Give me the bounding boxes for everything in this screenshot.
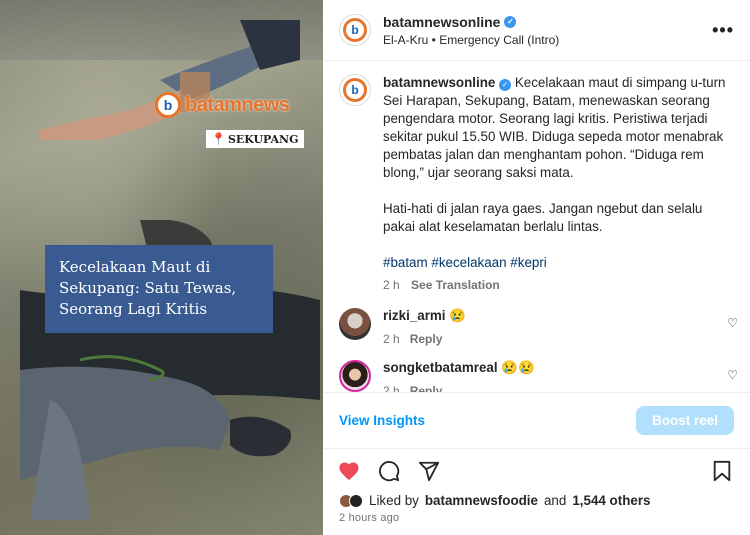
caption-time: 2 h <box>383 278 400 292</box>
insights-row: View Insights Boost reel <box>323 393 750 449</box>
liker-avatars <box>339 493 363 508</box>
more-options-icon[interactable]: ••• <box>712 20 734 41</box>
location-label: SEKUPANG <box>227 132 299 146</box>
reply-button[interactable]: Reply <box>410 332 443 346</box>
liked-by-prefix: Liked by <box>369 493 419 508</box>
comment-text: 😢😢 <box>501 360 535 375</box>
comment-item: rizki_armi 😢 2 h Reply ♡ <box>323 308 750 346</box>
post-timestamp[interactable]: 2 hours ago <box>323 508 750 528</box>
comment-content: rizki_armi 😢 2 h Reply <box>383 308 466 346</box>
comment-item: songketbatamreal 😢😢 2 h Reply ♡ <box>323 360 750 392</box>
profile-username[interactable]: batamnewsonline ✓ <box>383 14 559 30</box>
batamnews-logo-icon: b <box>343 78 367 102</box>
comment-time: 2 h <box>383 384 400 392</box>
caption-paragraph-1: Kecelakaan maut di simpang u-turn Sei Ha… <box>383 75 726 180</box>
caption-text: batamnewsonline ✓ Kecelakaan maut di sim… <box>383 74 734 294</box>
comment-meta: 2 h Reply <box>383 384 535 392</box>
caption-username[interactable]: batamnewsonline <box>383 75 495 90</box>
comment-text-row: rizki_armi 😢 <box>383 308 466 324</box>
verified-badge-icon: ✓ <box>504 15 517 28</box>
commenter-avatar[interactable] <box>339 308 371 340</box>
see-translation-link[interactable]: See Translation <box>411 278 500 292</box>
post-header: b batamnewsonline ✓ El-A-Kru • Emergency… <box>323 0 750 61</box>
comment-text-row: songketbatamreal 😢😢 <box>383 360 535 376</box>
comment-meta: 2 h Reply <box>383 332 466 346</box>
comment-content: songketbatamreal 😢😢 2 h Reply <box>383 360 535 392</box>
reply-button[interactable]: Reply <box>410 384 443 392</box>
comment-icon[interactable] <box>377 459 401 483</box>
username-text[interactable]: batamnewsonline <box>383 14 500 30</box>
liked-by-and: and <box>543 493 567 508</box>
likes-summary: Liked by batamnewsfoodie and 1,544 other… <box>323 493 750 508</box>
video-headline: Kecelakaan Maut di Sekupang: Satu Tewas,… <box>59 258 237 318</box>
share-send-icon[interactable] <box>417 459 441 483</box>
reel-video[interactable]: b batamnews 📍 SEKUPANG Kecelakaan Maut d… <box>0 0 323 535</box>
action-bar <box>323 449 750 493</box>
comment-like-heart-icon[interactable]: ♡ <box>727 368 738 382</box>
video-headline-box: Kecelakaan Maut di Sekupang: Satu Tewas,… <box>45 245 273 333</box>
liker-avatar <box>349 493 363 508</box>
profile-avatar[interactable]: b <box>339 14 371 46</box>
comments-scroll-area[interactable]: b batamnewsonline ✓ Kecelakaan maut di s… <box>323 62 750 392</box>
commenter-username[interactable]: songketbatamreal <box>383 360 498 375</box>
caption-hashtags[interactable]: #batam #kecelakaan #kepri <box>383 254 734 272</box>
batamnews-logo-icon: b <box>155 92 181 118</box>
verified-badge-icon: ✓ <box>499 79 512 91</box>
comment-text: 😢 <box>449 308 466 323</box>
boost-reel-button[interactable]: Boost reel <box>635 406 734 435</box>
location-tag: 📍 SEKUPANG <box>206 130 304 148</box>
watermark-text: batamnews <box>185 93 290 116</box>
post-panel: b batamnewsonline ✓ El-A-Kru • Emergency… <box>323 0 750 535</box>
caption-avatar[interactable]: b <box>339 74 371 106</box>
like-heart-icon[interactable] <box>337 459 361 483</box>
commenter-username[interactable]: rizki_armi <box>383 308 446 323</box>
post-header-meta: batamnewsonline ✓ El-A-Kru • Emergency C… <box>383 14 559 47</box>
comment-time: 2 h <box>383 332 400 346</box>
comment-like-heart-icon[interactable]: ♡ <box>727 316 738 330</box>
post-footer: View Insights Boost reel Liked by batamn… <box>323 392 750 535</box>
batamnews-watermark: b batamnews <box>155 92 290 118</box>
view-insights-link[interactable]: View Insights <box>339 413 425 428</box>
liked-by-user[interactable]: batamnewsfoodie <box>425 493 538 508</box>
commenter-avatar[interactable] <box>339 360 371 392</box>
post-caption: b batamnewsonline ✓ Kecelakaan maut di s… <box>323 62 750 294</box>
save-bookmark-icon[interactable] <box>710 459 734 483</box>
caption-meta: 2 h See Translation <box>383 276 734 294</box>
liked-by-others[interactable]: 1,544 others <box>572 493 650 508</box>
map-pin-icon: 📍 <box>211 132 226 146</box>
batamnews-logo-icon: b <box>343 18 367 42</box>
audio-track[interactable]: El-A-Kru • Emergency Call (Intro) <box>383 33 559 47</box>
caption-paragraph-2: Hati-hati di jalan raya gaes. Jangan nge… <box>383 201 703 234</box>
video-figure-upper <box>40 20 300 140</box>
